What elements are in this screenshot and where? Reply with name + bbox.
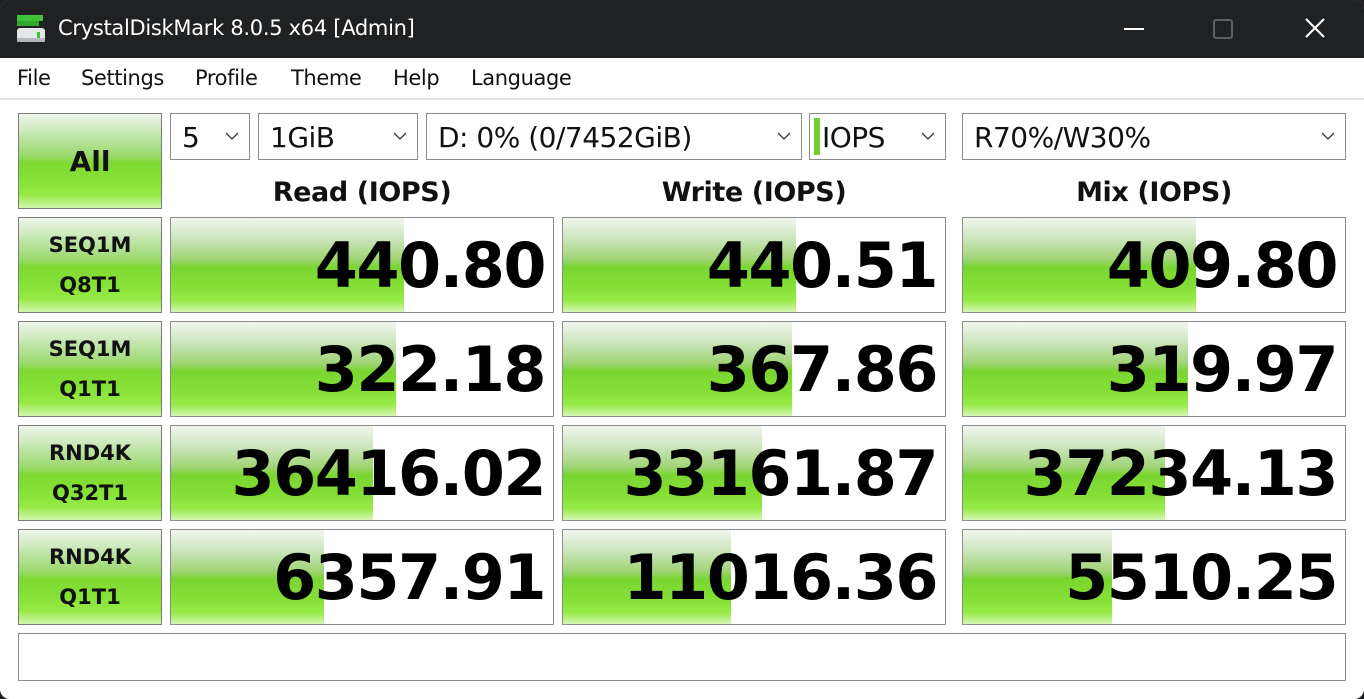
unit-accent-bar	[814, 118, 820, 155]
test-name: RND4K	[48, 545, 132, 569]
window-title: CrystalDiskMark 8.0.5 x64 [Admin]	[58, 16, 415, 40]
test-button-seq1m-q1t1[interactable]: SEQ1M Q1T1	[18, 321, 162, 417]
title-bar[interactable]: CrystalDiskMark 8.0.5 x64 [Admin]	[0, 0, 1364, 58]
test-button-rnd4k-q1t1[interactable]: RND4K Q1T1	[18, 529, 162, 625]
result-value: 409.80	[1106, 229, 1339, 302]
mix-ratio-value: R70%/W30%	[974, 121, 1151, 154]
maximize-icon	[1213, 19, 1233, 39]
write-column-header: Write (IOPS)	[661, 177, 847, 208]
maximize-button[interactable]	[1176, 0, 1268, 58]
run-all-label: All	[69, 144, 111, 178]
read-column-header: Read (IOPS)	[272, 177, 452, 208]
result-cell: 37234.13	[962, 425, 1346, 521]
disk-drive-icon	[17, 15, 45, 42]
result-value: 440.51	[706, 229, 939, 302]
result-value: 37234.13	[1023, 437, 1338, 510]
mix-column-header: Mix (IOPS)	[1076, 177, 1232, 208]
result-cell: 36416.02	[170, 425, 554, 521]
test-button-seq1m-q8t1[interactable]: SEQ1M Q8T1	[18, 217, 162, 313]
drive-value: D: 0% (0/7452GiB)	[438, 121, 692, 154]
chevron-down-icon	[393, 132, 407, 140]
result-value: 33161.87	[623, 437, 938, 510]
result-value: 11016.36	[623, 541, 938, 614]
close-button[interactable]	[1270, 0, 1362, 58]
mix-ratio-select[interactable]: R70%/W30%	[962, 113, 1346, 160]
result-value: 36416.02	[231, 437, 546, 510]
run-all-button[interactable]: All	[18, 113, 162, 209]
chevron-down-icon	[777, 132, 791, 140]
result-cell: 322.18	[170, 321, 554, 417]
test-name: SEQ1M	[48, 337, 132, 361]
menu-settings[interactable]: Settings	[81, 66, 164, 90]
menu-help[interactable]: Help	[393, 66, 440, 90]
test-params: Q8T1	[59, 273, 121, 297]
test-name: SEQ1M	[48, 233, 132, 257]
result-value: 322.18	[314, 333, 547, 406]
chevron-down-icon	[921, 132, 935, 140]
menu-theme[interactable]: Theme	[291, 66, 362, 90]
main-panel: All 5 1GiB D: 0% (0/7452GiB) IOPS R70%/W…	[0, 100, 1364, 699]
test-count-value: 5	[182, 121, 200, 154]
result-cell: 409.80	[962, 217, 1346, 313]
unit-value: IOPS	[822, 121, 885, 154]
menu-bar: File Settings Profile Theme Help Languag…	[0, 58, 1364, 100]
result-cell: 5510.25	[962, 529, 1346, 625]
test-size-select[interactable]: 1GiB	[258, 113, 418, 160]
test-size-value: 1GiB	[270, 121, 335, 154]
result-value: 6357.91	[273, 541, 546, 614]
drive-select[interactable]: D: 0% (0/7452GiB)	[426, 113, 802, 160]
result-cell: 6357.91	[170, 529, 554, 625]
result-value: 319.97	[1106, 333, 1339, 406]
test-count-select[interactable]: 5	[170, 113, 250, 160]
close-icon	[1305, 18, 1325, 38]
test-params: Q1T1	[59, 585, 121, 609]
test-params: Q32T1	[51, 481, 128, 505]
minimize-button[interactable]	[1038, 0, 1144, 58]
result-cell: 440.51	[562, 217, 946, 313]
result-value: 440.80	[314, 229, 547, 302]
comment-input[interactable]	[18, 633, 1346, 681]
result-cell: 440.80	[170, 217, 554, 313]
result-cell: 367.86	[562, 321, 946, 417]
test-button-rnd4k-q32t1[interactable]: RND4K Q32T1	[18, 425, 162, 521]
chevron-down-icon	[1321, 132, 1335, 140]
app-window: CrystalDiskMark 8.0.5 x64 [Admin] File S…	[0, 0, 1364, 699]
result-value: 367.86	[706, 333, 939, 406]
result-cell: 33161.87	[562, 425, 946, 521]
unit-select[interactable]: IOPS	[809, 113, 946, 160]
menu-file[interactable]: File	[17, 66, 51, 90]
chevron-down-icon	[225, 132, 239, 140]
test-params: Q1T1	[59, 377, 121, 401]
result-cell: 11016.36	[562, 529, 946, 625]
menu-language[interactable]: Language	[471, 66, 572, 90]
result-value: 5510.25	[1065, 541, 1338, 614]
result-cell: 319.97	[962, 321, 1346, 417]
minimize-icon	[1124, 28, 1144, 30]
menu-profile[interactable]: Profile	[195, 66, 258, 90]
test-name: RND4K	[48, 441, 132, 465]
